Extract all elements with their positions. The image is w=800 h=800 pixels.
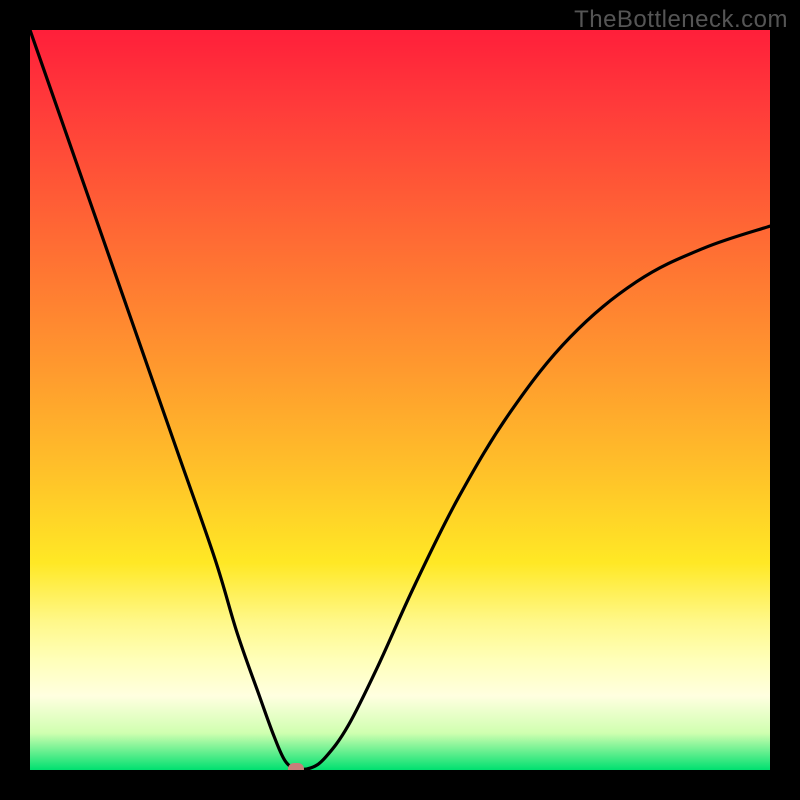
bottleneck-curve [30,30,770,770]
chart-frame: TheBottleneck.com [0,0,800,800]
plot-area [30,30,770,770]
minimum-marker-icon [288,763,304,770]
watermark-text: TheBottleneck.com [574,6,788,34]
